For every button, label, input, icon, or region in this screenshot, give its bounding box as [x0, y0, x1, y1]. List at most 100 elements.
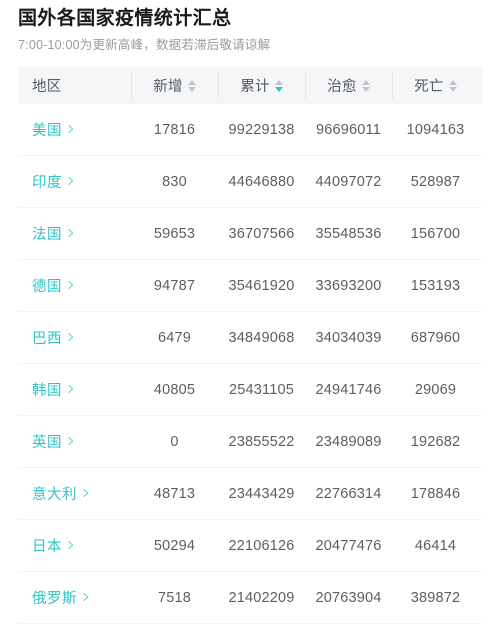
- table-row[interactable]: 俄罗斯 7518 21402209 20763904 389872: [18, 572, 482, 624]
- column-header-total[interactable]: 累计: [218, 67, 305, 104]
- total-cases-cell: 22106126: [228, 537, 295, 554]
- sort-arrows-icon-new[interactable]: [187, 79, 196, 92]
- region-name: 日本: [32, 539, 62, 555]
- cured-cell: 35548536: [315, 225, 382, 242]
- region-cell[interactable]: 俄罗斯: [18, 587, 131, 608]
- region-cell[interactable]: 美国: [18, 119, 131, 140]
- total-cases-cell: 35461920: [228, 277, 295, 294]
- region-cell[interactable]: 韩国: [18, 379, 131, 400]
- cured-cell: 33693200: [315, 277, 382, 294]
- cured-cell: 20477476: [315, 537, 382, 554]
- column-header-new-label: 新增: [153, 79, 183, 95]
- table-row[interactable]: 英国 0 23855522 23489089 192682: [18, 416, 482, 468]
- cured-cell: 20763904: [315, 589, 382, 606]
- new-cases-cell: 6479: [157, 329, 192, 346]
- sort-arrows-icon-total[interactable]: [274, 79, 283, 92]
- total-cases-cell: 23855522: [228, 433, 295, 450]
- chevron-right-icon: [80, 593, 89, 602]
- new-cases-cell: 94787: [153, 277, 196, 294]
- total-cases-cell: 36707566: [228, 225, 295, 242]
- sort-arrows-icon-cured[interactable]: [361, 79, 370, 92]
- new-cases-cell: 40805: [153, 381, 196, 398]
- column-header-cured[interactable]: 治愈: [305, 67, 392, 104]
- chevron-right-icon: [65, 333, 74, 342]
- region-cell[interactable]: 印度: [18, 171, 131, 192]
- total-cases-cell: 21402209: [228, 589, 295, 606]
- chevron-right-icon: [80, 489, 89, 498]
- deaths-cell: 178846: [410, 485, 461, 502]
- sort-arrows-icon-deaths[interactable]: [448, 79, 457, 92]
- region-name: 美国: [32, 123, 62, 139]
- table-body: 美国 17816 99229138 96696011 1094163 印度 830 44646…: [18, 104, 482, 624]
- cured-cell: 44097072: [315, 173, 382, 190]
- column-header-cured-label: 治愈: [327, 79, 357, 95]
- region-cell[interactable]: 日本: [18, 535, 131, 556]
- deaths-cell: 687960: [410, 329, 461, 346]
- region-name: 韩国: [32, 383, 62, 399]
- new-cases-cell: 830: [162, 173, 187, 190]
- new-cases-cell: 50294: [153, 537, 196, 554]
- chevron-right-icon: [65, 385, 74, 394]
- total-cases-cell: 25431105: [228, 381, 295, 398]
- table-row[interactable]: 巴西 6479 34849068 34034039 687960: [18, 312, 482, 364]
- region-name: 德国: [32, 279, 62, 295]
- region-cell[interactable]: 意大利: [18, 483, 131, 504]
- chevron-right-icon: [65, 125, 74, 134]
- cured-cell: 96696011: [315, 121, 382, 138]
- region-name: 俄罗斯: [32, 591, 77, 607]
- deaths-cell: 153193: [410, 277, 461, 294]
- epidemic-stats-page: 国外各国家疫情统计汇总 7:00-10:00为更新高峰，数据若滞后敬请谅解 地区…: [0, 0, 500, 633]
- column-header-deaths[interactable]: 死亡: [392, 67, 479, 104]
- page-subtitle: 7:00-10:00为更新高峰，数据若滞后敬请谅解: [18, 38, 271, 52]
- column-header-new[interactable]: 新增: [131, 67, 218, 104]
- total-cases-cell: 23443429: [228, 485, 295, 502]
- table-row[interactable]: 德国 94787 35461920 33693200 153193: [18, 260, 482, 312]
- column-header-total-label: 累计: [240, 79, 270, 95]
- region-name: 英国: [32, 435, 62, 451]
- new-cases-cell: 59653: [153, 225, 196, 242]
- new-cases-cell: 0: [170, 433, 179, 450]
- table-row[interactable]: 意大利 48713 23443429 22766314 178846: [18, 468, 482, 520]
- new-cases-cell: 17816: [153, 121, 196, 138]
- table-header-row: 地区 新增 累计 治愈 死亡: [18, 67, 482, 104]
- cured-cell: 34034039: [315, 329, 382, 346]
- region-cell[interactable]: 德国: [18, 275, 131, 296]
- total-cases-cell: 34849068: [228, 329, 295, 346]
- cured-cell: 24941746: [315, 381, 382, 398]
- deaths-cell: 528987: [410, 173, 461, 190]
- table-row[interactable]: 韩国 40805 25431105 24941746 29069: [18, 364, 482, 416]
- region-cell[interactable]: 英国: [18, 431, 131, 452]
- chevron-right-icon: [65, 177, 74, 186]
- new-cases-cell: 7518: [157, 589, 192, 606]
- table-row[interactable]: 日本 50294 22106126 20477476 46414: [18, 520, 482, 572]
- deaths-cell: 1094163: [406, 121, 465, 138]
- page-header: 国外各国家疫情统计汇总 7:00-10:00为更新高峰，数据若滞后敬请谅解: [0, 0, 500, 56]
- region-name: 巴西: [32, 331, 62, 347]
- region-name: 意大利: [32, 487, 77, 503]
- region-cell[interactable]: 法国: [18, 223, 131, 244]
- region-name: 法国: [32, 227, 62, 243]
- table-row[interactable]: 印度 830 44646880 44097072 528987: [18, 156, 482, 208]
- chevron-right-icon: [65, 437, 74, 446]
- region-name: 印度: [32, 175, 62, 191]
- deaths-cell: 192682: [410, 433, 461, 450]
- column-header-deaths-label: 死亡: [414, 79, 444, 95]
- chevron-right-icon: [65, 541, 74, 550]
- stats-table: 地区 新增 累计 治愈 死亡 美国 17816 99229138 9669601…: [18, 67, 482, 624]
- column-header-region: 地区: [18, 67, 131, 104]
- total-cases-cell: 99229138: [228, 121, 295, 138]
- table-row[interactable]: 美国 17816 99229138 96696011 1094163: [18, 104, 482, 156]
- deaths-cell: 46414: [414, 537, 457, 554]
- new-cases-cell: 48713: [153, 485, 196, 502]
- deaths-cell: 29069: [414, 381, 457, 398]
- cured-cell: 22766314: [315, 485, 382, 502]
- table-row[interactable]: 法国 59653 36707566 35548536 156700: [18, 208, 482, 260]
- deaths-cell: 156700: [410, 225, 461, 242]
- chevron-right-icon: [65, 229, 74, 238]
- region-cell[interactable]: 巴西: [18, 327, 131, 348]
- column-header-region-label: 地区: [32, 79, 62, 95]
- deaths-cell: 389872: [410, 589, 461, 606]
- cured-cell: 23489089: [315, 433, 382, 450]
- total-cases-cell: 44646880: [228, 173, 295, 190]
- page-title: 国外各国家疫情统计汇总: [18, 8, 232, 29]
